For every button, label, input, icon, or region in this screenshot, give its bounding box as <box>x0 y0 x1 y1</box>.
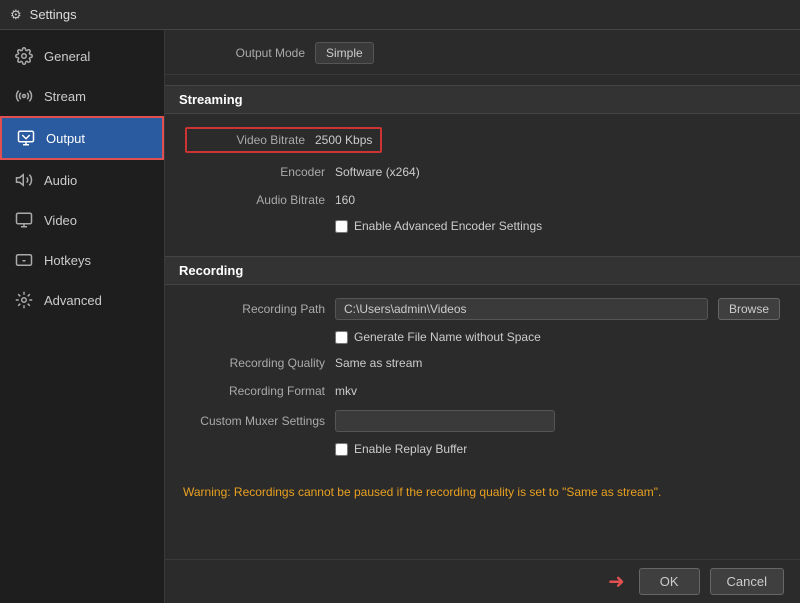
browse-button[interactable]: Browse <box>718 298 780 320</box>
replay-buffer-row[interactable]: Enable Replay Buffer <box>165 437 800 461</box>
recording-quality-value: Same as stream <box>335 356 422 370</box>
sidebar-item-stream-label: Stream <box>44 89 86 104</box>
generate-filename-label: Generate File Name without Space <box>354 330 541 344</box>
recording-quality-label: Recording Quality <box>185 356 325 370</box>
recording-path-input[interactable] <box>335 298 708 320</box>
replay-buffer-label: Enable Replay Buffer <box>354 442 467 456</box>
sidebar-item-hotkeys-label: Hotkeys <box>44 253 91 268</box>
warning-bar: Warning: Recordings cannot be paused if … <box>179 479 786 505</box>
streaming-section: Streaming Video Bitrate 2500 Kbps Encode… <box>165 85 800 246</box>
title-bar-text: Settings <box>30 7 77 22</box>
video-bitrate-value: 2500 Kbps <box>315 133 372 147</box>
sidebar-item-output-label: Output <box>46 131 85 146</box>
arrow-icon: ➜ <box>608 569 625 594</box>
recording-section: Recording Recording Path Browse Generate… <box>165 256 800 469</box>
sidebar: General Stream Output <box>0 30 165 603</box>
sidebar-item-general[interactable]: General <box>0 36 164 76</box>
cancel-button[interactable]: Cancel <box>710 568 784 595</box>
sidebar-item-general-label: General <box>44 49 90 64</box>
recording-quality-row: Recording Quality Same as stream <box>165 349 800 377</box>
main-container: General Stream Output <box>0 30 800 603</box>
audio-icon <box>14 170 34 190</box>
custom-muxer-input[interactable] <box>335 410 555 432</box>
title-bar: ⚙ Settings <box>0 0 800 30</box>
recording-format-label: Recording Format <box>185 384 325 398</box>
sidebar-item-output[interactable]: Output <box>0 116 164 160</box>
recording-format-value: mkv <box>335 384 357 398</box>
advanced-encoder-checkbox[interactable] <box>335 220 348 233</box>
encoder-value: Software (x264) <box>335 165 420 179</box>
hotkeys-icon <box>14 250 34 270</box>
advanced-icon <box>14 290 34 310</box>
custom-muxer-label: Custom Muxer Settings <box>185 414 325 428</box>
sidebar-item-advanced-label: Advanced <box>44 293 102 308</box>
recording-section-header: Recording <box>165 256 800 285</box>
sidebar-item-advanced[interactable]: Advanced <box>0 280 164 320</box>
recording-path-label: Recording Path <box>185 302 325 316</box>
video-bitrate-highlight: Video Bitrate 2500 Kbps <box>185 127 382 153</box>
content-area: Output Mode Simple Streaming Video Bitra… <box>165 30 800 603</box>
output-mode-value: Simple <box>315 42 374 64</box>
output-mode-row: Output Mode Simple <box>165 30 800 75</box>
recording-path-row: Recording Path Browse <box>165 293 800 325</box>
audio-bitrate-label: Audio Bitrate <box>185 193 325 207</box>
sidebar-item-audio-label: Audio <box>44 173 77 188</box>
streaming-section-header: Streaming <box>165 85 800 114</box>
generate-filename-row[interactable]: Generate File Name without Space <box>165 325 800 349</box>
video-bitrate-row: Video Bitrate 2500 Kbps <box>165 122 800 158</box>
encoder-row: Encoder Software (x264) <box>165 158 800 186</box>
advanced-encoder-row[interactable]: Enable Advanced Encoder Settings <box>165 214 800 238</box>
footer: ➜ OK Cancel <box>165 559 800 603</box>
output-icon <box>16 128 36 148</box>
settings-icon: ⚙ <box>10 7 22 23</box>
recording-format-row: Recording Format mkv <box>165 377 800 405</box>
audio-bitrate-row: Audio Bitrate 160 <box>165 186 800 214</box>
video-bitrate-label: Video Bitrate <box>195 133 305 147</box>
replay-buffer-checkbox[interactable] <box>335 443 348 456</box>
general-icon <box>14 46 34 66</box>
sidebar-item-audio[interactable]: Audio <box>0 160 164 200</box>
ok-button[interactable]: OK <box>639 568 700 595</box>
streaming-section-content: Video Bitrate 2500 Kbps Encoder Software… <box>165 114 800 246</box>
output-mode-label: Output Mode <box>185 46 305 60</box>
generate-filename-checkbox[interactable] <box>335 331 348 344</box>
content-inner: Output Mode Simple Streaming Video Bitra… <box>165 30 800 569</box>
audio-bitrate-value: 160 <box>335 193 355 207</box>
stream-icon <box>14 86 34 106</box>
sidebar-item-video[interactable]: Video <box>0 200 164 240</box>
sidebar-item-video-label: Video <box>44 213 77 228</box>
sidebar-item-stream[interactable]: Stream <box>0 76 164 116</box>
recording-section-content: Recording Path Browse Generate File Name… <box>165 285 800 469</box>
sidebar-item-hotkeys[interactable]: Hotkeys <box>0 240 164 280</box>
encoder-label: Encoder <box>185 165 325 179</box>
video-icon <box>14 210 34 230</box>
custom-muxer-row: Custom Muxer Settings <box>165 405 800 437</box>
advanced-encoder-label: Enable Advanced Encoder Settings <box>354 219 542 233</box>
